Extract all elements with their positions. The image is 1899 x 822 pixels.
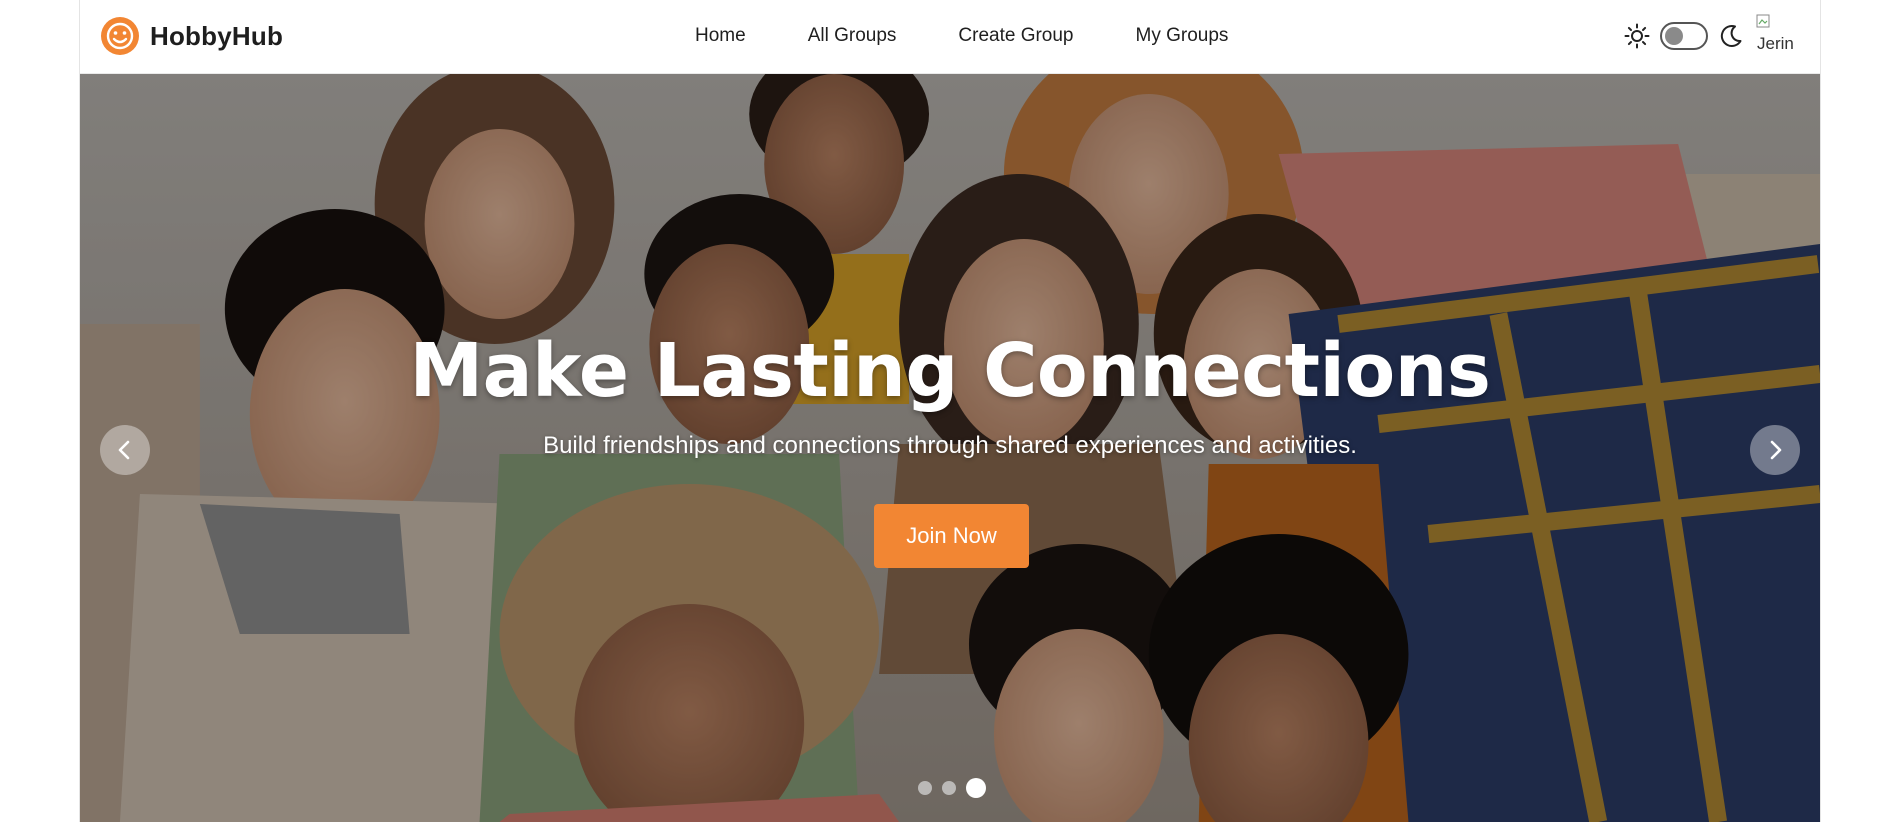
nav-my-groups[interactable]: My Groups [1136, 25, 1229, 47]
moon-icon [1720, 25, 1742, 47]
nav-create-group[interactable]: Create Group [958, 25, 1073, 47]
theme-toggle[interactable] [1660, 22, 1708, 50]
main-nav: Home All Groups Create Group My Groups [695, 25, 1228, 47]
hero-title: Make Lasting Connections [409, 328, 1491, 414]
smiley-logo-icon [101, 17, 139, 55]
carousel-prev-button[interactable] [100, 425, 150, 475]
brand-name: HobbyHub [150, 20, 284, 51]
page-frame: HobbyHub Home All Groups Create Group My… [79, 0, 1821, 822]
user-avatar[interactable]: Jerin [1754, 14, 1798, 58]
nav-all-groups[interactable]: All Groups [808, 25, 897, 47]
hero-carousel: Make Lasting Connections Build friendshi… [80, 74, 1820, 822]
avatar-alt-text: Jerin [1757, 34, 1794, 53]
sun-icon [1624, 23, 1650, 49]
carousel-dot-1[interactable] [918, 781, 932, 795]
carousel-dot-2[interactable] [942, 781, 956, 795]
join-now-button[interactable]: Join Now [874, 504, 1029, 568]
carousel-dot-3[interactable] [966, 778, 986, 798]
hero-subtitle: Build friendships and connections throug… [543, 432, 1357, 459]
chevron-right-icon [1770, 440, 1782, 460]
broken-image-icon [1756, 14, 1770, 28]
toggle-knob [1665, 27, 1683, 45]
header-tools: Jerin [1624, 14, 1798, 58]
carousel-dots [918, 778, 986, 798]
nav-home[interactable]: Home [695, 25, 746, 47]
carousel-next-button[interactable] [1750, 425, 1800, 475]
chevron-left-icon [118, 440, 130, 460]
top-navbar: HobbyHub Home All Groups Create Group My… [80, 0, 1820, 74]
brand-logo[interactable]: HobbyHub [100, 16, 283, 56]
